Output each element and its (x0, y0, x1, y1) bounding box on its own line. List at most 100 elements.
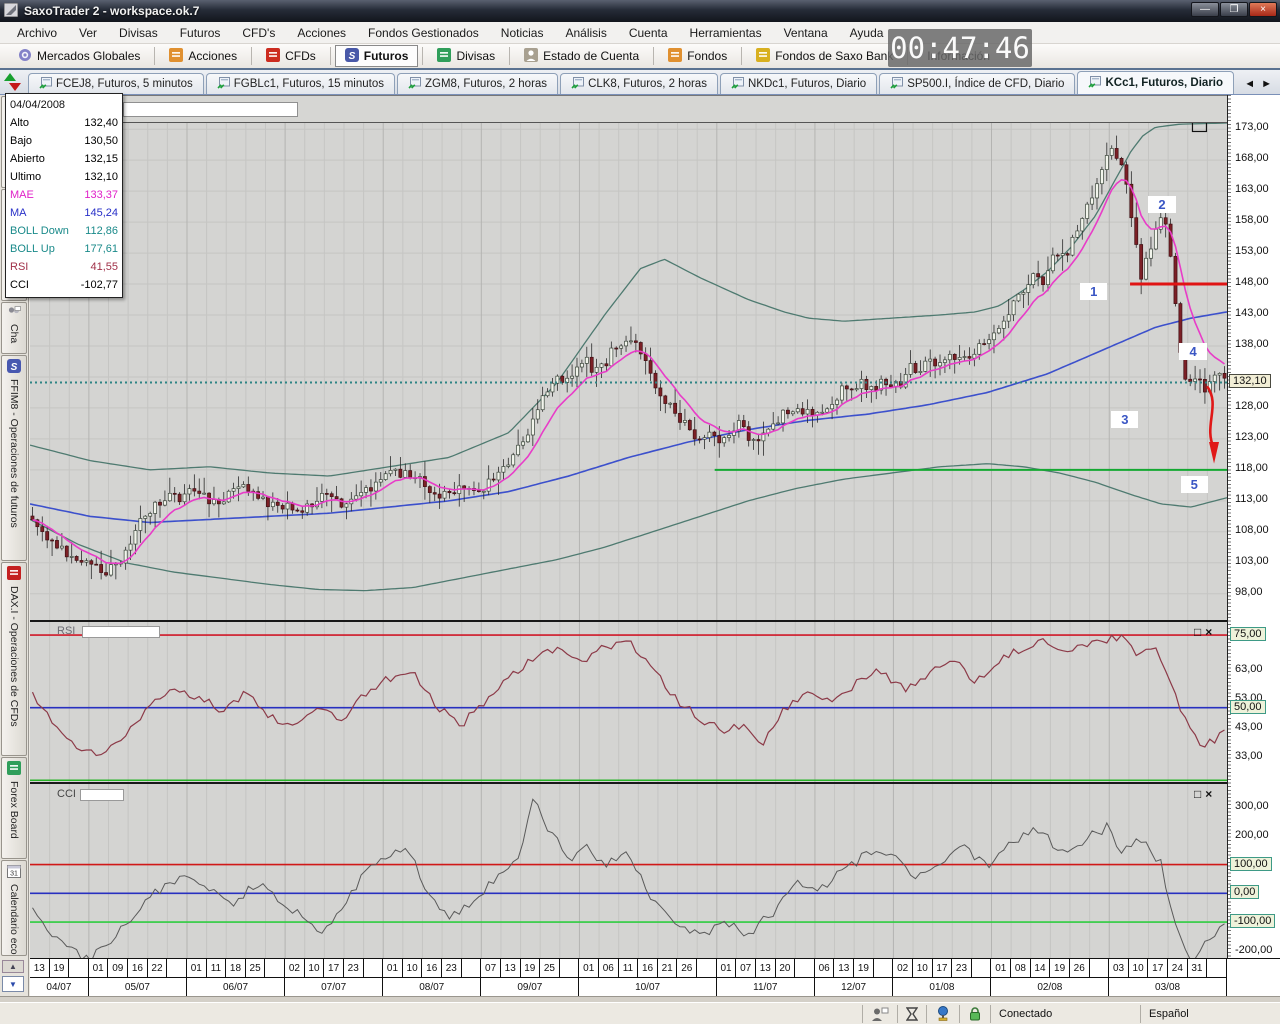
month-cell: 05/07 (89, 978, 187, 997)
menu-archivo[interactable]: Archivo (6, 24, 68, 42)
sidebar-tab-cha[interactable]: Cha (1, 302, 27, 354)
tab-scroll-right-icon[interactable]: ► (1261, 78, 1272, 90)
toolbar-button-estado-de-cuenta[interactable]: Estado de Cuenta (514, 45, 649, 67)
cci-panel-controls: □× (1194, 788, 1212, 800)
chart-tab-icon (731, 77, 744, 92)
tab-label: KCc1, Futuros, Diario (1105, 77, 1223, 89)
annotation-3[interactable]: 3 (1111, 411, 1138, 428)
toolbar-button-label: Fondos (687, 49, 727, 63)
symbol-search-input[interactable] (123, 102, 298, 117)
tab-kcc1[interactable]: KCc1, Futuros, Diario (1077, 71, 1234, 94)
day-cell: 26 (677, 959, 697, 978)
tab-scroll-left-icon[interactable]: ◄ (1244, 78, 1255, 90)
day-cell: 23 (442, 959, 462, 978)
sidebar-dropdown-button[interactable]: ▼ (2, 976, 24, 992)
day-cell: 01 (579, 959, 599, 978)
sidebar-tab-ffim8[interactable]: SFFIM8 - Operaciones de futuros (1, 355, 27, 561)
svg-text:S: S (11, 362, 18, 373)
annotation-4[interactable]: 4 (1179, 343, 1206, 360)
day-cell: 06 (599, 959, 619, 978)
hourglass-icon[interactable] (897, 1005, 926, 1023)
sidebar-scroll-up-button[interactable]: ▲ (2, 960, 24, 973)
menu-ver[interactable]: Ver (68, 24, 108, 42)
tab-fcej8[interactable]: FCEJ8, Futuros, 5 minutos (28, 73, 204, 94)
tab-clk8[interactable]: CLK8, Futuros, 2 horas (560, 73, 718, 94)
chat-icon (7, 306, 21, 321)
greenbadge-icon (7, 761, 21, 778)
tab-sp500i[interactable]: SP500.I, Índice de CFD, Diario (879, 73, 1075, 94)
tooltip-row: CCI-102,77 (10, 276, 118, 294)
menu-acciones[interactable]: Acciones (286, 24, 357, 42)
chart-tab-icon (890, 77, 903, 92)
toolbar-button-futuros[interactable]: SFuturos (335, 45, 419, 67)
session-timer: 00:47:46 (888, 29, 1032, 67)
day-cell: 16 (422, 959, 442, 978)
toolbar-button-acciones[interactable]: Acciones (159, 45, 247, 67)
menu-noticias[interactable]: Noticias (490, 24, 555, 42)
menu-ayuda[interactable]: Ayuda (839, 24, 895, 42)
price-axis-label: 143,00 (1235, 307, 1269, 319)
toolbar-button-fondos-de-saxo-bank[interactable]: Fondos de Saxo Bank (746, 45, 903, 67)
tooltip-row-value: 112,86 (85, 225, 118, 237)
cci-maximize-icon[interactable]: □ (1194, 788, 1201, 800)
day-cell: 19 (854, 959, 874, 978)
chart-tab-bar: FCEJ8, Futuros, 5 minutosFGBLc1, Futuros… (0, 70, 1280, 95)
day-cell: 19 (521, 959, 541, 978)
tab-fgblc1[interactable]: FGBLc1, Futuros, 15 minutos (206, 73, 395, 94)
rsi-maximize-icon[interactable]: □ (1194, 626, 1201, 638)
price-axis-label: 113,00 (1235, 493, 1268, 505)
cci-chart[interactable] (30, 784, 1227, 958)
person-icon (524, 48, 538, 65)
annotation-5[interactable]: 5 (1181, 476, 1208, 493)
menu-herramientas[interactable]: Herramientas (679, 24, 773, 42)
time-axis[interactable]: 1319010916220111182502101723011016230713… (30, 958, 1227, 996)
menu-cuenta[interactable]: Cuenta (618, 24, 679, 42)
rsi-close-icon[interactable]: × (1205, 626, 1212, 638)
toolbar-button-label: Divisas (456, 49, 495, 63)
day-cell: 31 (1188, 959, 1208, 978)
annotation-1[interactable]: 1 (1080, 283, 1107, 300)
price-axis-label: 138,00 (1235, 338, 1269, 350)
sidebar-tab-forex[interactable]: Forex Board (1, 757, 27, 859)
menu-an-lisis[interactable]: Análisis (554, 24, 617, 42)
toolbar-button-divisas[interactable]: Divisas (427, 45, 505, 67)
menu-cfd-s[interactable]: CFD's (231, 24, 286, 42)
cci-level-label: -100,00 (1230, 914, 1275, 928)
day-cell: 11 (207, 959, 227, 978)
price-axis[interactable]: 173,00168,00163,00158,00153,00148,00143,… (1227, 95, 1280, 958)
toolbar-button-cfds[interactable]: CFDs (256, 45, 326, 67)
minimize-button[interactable]: — (1191, 2, 1219, 17)
cci-close-icon[interactable]: × (1205, 788, 1212, 800)
tooltip-row: Bajo130,50 (10, 132, 118, 150)
tooltip-row: BOLL Down112,86 (10, 222, 118, 240)
menu-ventana[interactable]: Ventana (773, 24, 839, 42)
tooltip-row-value: 132,10 (84, 171, 118, 183)
tab-nkdc1[interactable]: NKDc1, Futuros, Diario (720, 73, 877, 94)
sidebar-tab-daxi[interactable]: DAX.I - Operaciones de CFDs (1, 562, 27, 756)
sidebar-tab-calendario[interactable]: 31Calendario econó (1, 860, 27, 956)
cci-level-label: 100,00 (1230, 857, 1272, 871)
toolbar-button-fondos[interactable]: Fondos (658, 45, 737, 67)
price-chart[interactable]: 1 2 3 4 5 (30, 122, 1227, 620)
tooltip-row-value: 177,61 (84, 243, 118, 255)
day-cell: 10 (305, 959, 325, 978)
rsi-chart[interactable] (30, 622, 1227, 782)
menu-fondos-gestionados[interactable]: Fondos Gestionados (357, 24, 490, 42)
menu-futuros[interactable]: Futuros (169, 24, 232, 42)
toolbar-button-mercados-globales[interactable]: Mercados Globales (8, 45, 150, 67)
user-status-icon[interactable] (862, 1005, 897, 1023)
tooltip-date: 04/04/2008 (10, 96, 118, 114)
lock-icon[interactable] (959, 1005, 990, 1023)
tab-zgm8[interactable]: ZGM8, Futuros, 2 horas (397, 73, 558, 94)
menu-divisas[interactable]: Divisas (108, 24, 169, 42)
cci-input[interactable] (80, 789, 124, 801)
title-bar: SaxoTrader 2 - workspace.ok.7 — ❐ × (0, 0, 1280, 22)
restore-button[interactable]: ❐ (1220, 2, 1248, 17)
chart-tab-icon (408, 77, 421, 92)
annotation-2[interactable]: 2 (1148, 196, 1175, 213)
rsi-input[interactable] (82, 626, 160, 638)
close-button[interactable]: × (1249, 2, 1277, 17)
network-icon[interactable] (926, 1005, 959, 1023)
day-cell: 18 (226, 959, 246, 978)
menu-bar: ArchivoVerDivisasFuturosCFD'sAccionesFon… (0, 22, 1280, 44)
